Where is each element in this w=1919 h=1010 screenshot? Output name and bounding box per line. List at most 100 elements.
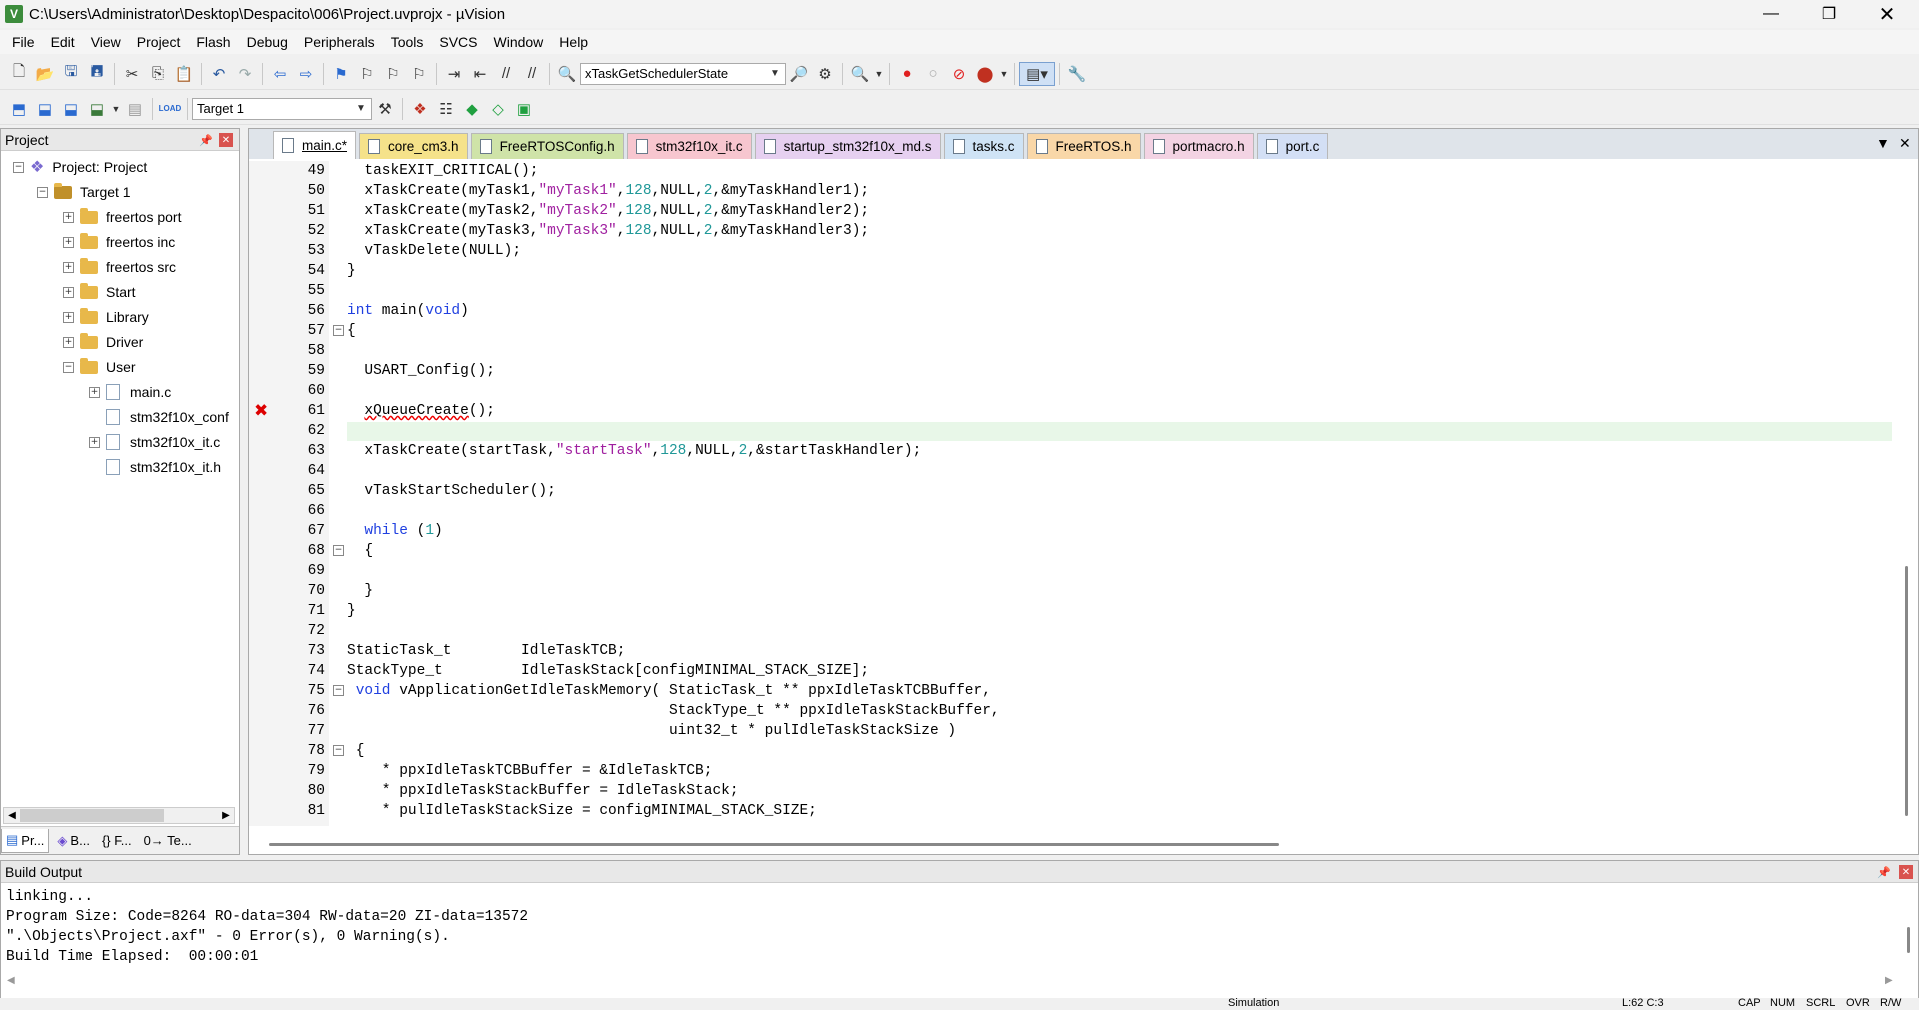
code-line[interactable]: {	[347, 743, 365, 763]
debug-session-icon[interactable]: 🔍	[847, 62, 873, 86]
error-marker-icon[interactable]: ✖	[254, 401, 268, 421]
batch-build-icon[interactable]: ⬓	[84, 97, 110, 121]
manage-rte-icon[interactable]: ◆	[459, 97, 485, 121]
close-icon[interactable]: ✕	[1899, 865, 1913, 879]
wrench-icon[interactable]: 🔧	[1064, 62, 1090, 86]
software-packs-icon[interactable]: ▣	[511, 97, 537, 121]
new-file-icon[interactable]: 🗋	[6, 62, 32, 86]
editor-tab[interactable]: tasks.c	[943, 133, 1024, 159]
code-line[interactable]: xTaskCreate(myTask3,"myTask3",128,NULL,2…	[347, 223, 869, 243]
expand-icon[interactable]: +	[63, 261, 74, 273]
tree-item[interactable]: + main.c	[89, 382, 171, 402]
editor-tab[interactable]: core_cm3.h	[359, 133, 468, 159]
scroll-right-icon[interactable]: ▶	[1885, 975, 1893, 986]
fold-toggle-icon[interactable]: −	[333, 545, 344, 556]
code-line[interactable]: int main(void)	[347, 303, 469, 323]
code-line[interactable]: StackType_t IdleTaskStack[configMINIMAL_…	[347, 663, 869, 683]
fold-toggle-icon[interactable]: −	[333, 745, 344, 756]
collapse-icon[interactable]: −	[13, 161, 24, 173]
tab-books[interactable]: ◈ B...	[53, 829, 94, 853]
minimize-button[interactable]: —	[1742, 0, 1800, 28]
scroll-right-icon[interactable]: ▶	[218, 808, 234, 823]
find-in-files-icon[interactable]: 🔍	[554, 62, 580, 86]
menu-file[interactable]: File	[4, 34, 43, 50]
menu-debug[interactable]: Debug	[239, 34, 296, 50]
translate-icon[interactable]: ⬒	[6, 97, 32, 121]
collapse-icon[interactable]: −	[63, 361, 74, 373]
scrollbar-thumb[interactable]	[1905, 566, 1908, 816]
code-line[interactable]: vTaskDelete(NULL);	[347, 243, 521, 263]
editor-tab[interactable]: startup_stm32f10x_md.s	[754, 133, 941, 159]
close-button[interactable]: ✕	[1858, 0, 1916, 28]
expand-icon[interactable]: +	[63, 236, 74, 248]
code-line[interactable]: }	[347, 583, 373, 603]
manage-project-items-icon[interactable]: ❖	[407, 97, 433, 121]
code-line[interactable]: {	[347, 543, 373, 563]
redo-icon[interactable]: ↷	[232, 62, 258, 86]
tree-item[interactable]: + freertos src	[63, 257, 176, 277]
code-line[interactable]: while (1)	[347, 523, 442, 543]
expand-icon[interactable]: +	[63, 336, 74, 348]
expand-icon[interactable]: +	[63, 286, 74, 298]
tree-item[interactable]: − Target 1	[37, 182, 131, 202]
scrollbar-thumb[interactable]	[269, 843, 1279, 846]
pin-icon[interactable]: 📌	[1877, 865, 1891, 879]
menu-svcs[interactable]: SVCS	[431, 34, 485, 50]
tab-templates[interactable]: 0→ Te...	[140, 829, 196, 853]
code-line[interactable]: * ppxIdleTaskTCBBuffer = &IdleTaskTCB;	[347, 763, 713, 783]
function-combo[interactable]: xTaskGetSchedulerState ▼	[580, 62, 786, 85]
editor-tab[interactable]: main.c*	[273, 131, 357, 159]
pin-icon[interactable]: 📌	[199, 133, 213, 147]
undo-icon[interactable]: ↶	[206, 62, 232, 86]
code-line[interactable]: void vApplicationGetIdleTaskMemory( Stat…	[347, 683, 991, 703]
code-line[interactable]: taskEXIT_CRITICAL();	[347, 163, 538, 183]
menu-tools[interactable]: Tools	[383, 34, 432, 50]
pack-installer-icon[interactable]: ◇	[485, 97, 511, 121]
tab-list-dropdown-icon[interactable]: ▼	[1876, 135, 1890, 151]
tree-item[interactable]: stm32f10x_conf	[89, 407, 229, 427]
expand-icon[interactable]: +	[89, 436, 100, 448]
menu-flash[interactable]: Flash	[188, 34, 238, 50]
save-icon[interactable]: 🖫	[58, 62, 84, 86]
chevron-down-icon[interactable]: ▼	[110, 97, 122, 121]
tree-item[interactable]: + Library	[63, 307, 149, 327]
code-line[interactable]: xQueueCreate();	[347, 403, 495, 423]
disable-all-breakpoints-icon[interactable]: ⊘	[946, 62, 972, 86]
target-options-icon[interactable]: ⚒	[372, 97, 398, 121]
breakpoint-icon[interactable]: ●	[894, 62, 920, 86]
project-horizontal-scrollbar[interactable]: ◀ ▶	[3, 807, 235, 824]
close-tab-icon[interactable]: ✕	[1899, 135, 1911, 152]
tab-project[interactable]: ▤ Pr...	[1, 828, 50, 853]
tree-item[interactable]: + Driver	[63, 332, 143, 352]
comment-icon[interactable]: //	[493, 62, 519, 86]
close-icon[interactable]: ✕	[219, 133, 233, 147]
save-all-icon[interactable]: 🖪	[84, 62, 110, 86]
editor-tab[interactable]: FreeRTOSConfig.h	[470, 133, 624, 159]
tree-item[interactable]: + freertos inc	[63, 232, 175, 252]
chevron-down-icon[interactable]: ▼	[353, 101, 369, 117]
disable-breakpoint-icon[interactable]: ○	[920, 62, 946, 86]
indent-icon[interactable]: ⇥	[441, 62, 467, 86]
code-line[interactable]: {	[347, 323, 356, 343]
window-layout-icon[interactable]: ▤▾	[1019, 61, 1055, 86]
menu-window[interactable]: Window	[486, 34, 552, 50]
code-line[interactable]: xTaskCreate(myTask2,"myTask2",128,NULL,2…	[347, 203, 869, 223]
code-line[interactable]: uint32_t * pulIdleTaskStackSize )	[347, 723, 956, 743]
editor-horizontal-scrollbar[interactable]	[269, 839, 1889, 849]
tab-functions[interactable]: {} F...	[98, 829, 136, 853]
open-folder-icon[interactable]: 📂	[32, 62, 58, 86]
chevron-down-icon[interactable]: ▼	[998, 62, 1010, 86]
editor-tab[interactable]: portmacro.h	[1143, 133, 1254, 159]
restore-button[interactable]: ❐	[1800, 0, 1858, 28]
rebuild-icon[interactable]: ⬓	[58, 97, 84, 121]
stop-build-icon[interactable]: ▤	[122, 97, 148, 121]
target-combo[interactable]: Target 1 ▼	[192, 97, 372, 120]
code-line[interactable]: }	[347, 263, 356, 283]
find-icon[interactable]: 🔎	[786, 62, 812, 86]
uncomment-icon[interactable]: //	[519, 62, 545, 86]
prev-bookmark-icon[interactable]: ⚐	[354, 62, 380, 86]
menu-peripherals[interactable]: Peripherals	[296, 34, 383, 50]
select-packs-icon[interactable]: ☷	[433, 97, 459, 121]
clear-bookmarks-icon[interactable]: ⚐	[406, 62, 432, 86]
download-icon[interactable]: LOAD	[157, 97, 183, 121]
